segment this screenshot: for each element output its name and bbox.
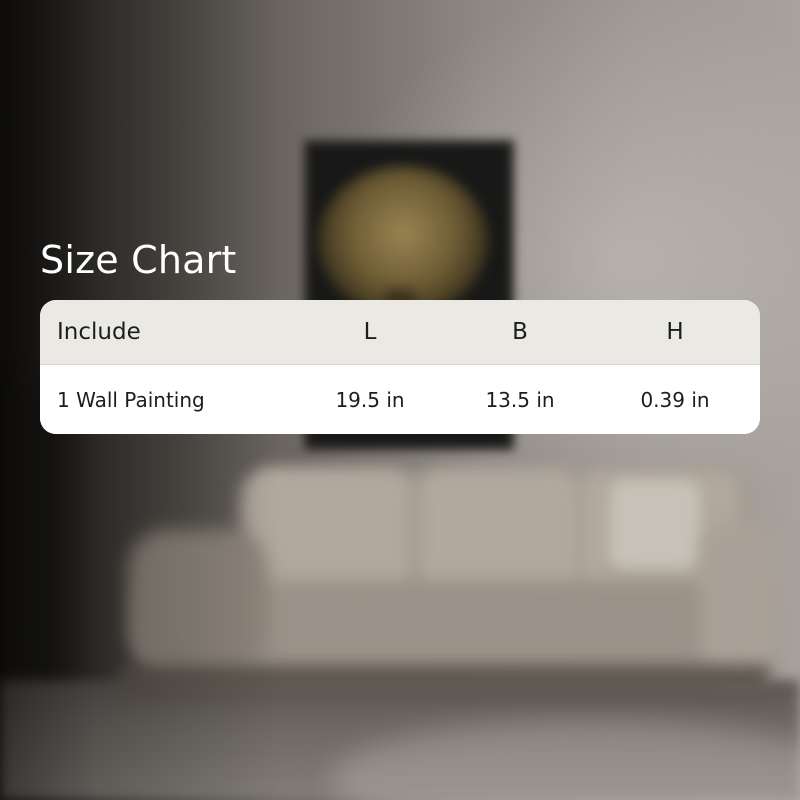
size-chart-table: Include L B H 1 Wall Painting 19.5 in 13… bbox=[40, 300, 760, 434]
header-length: L bbox=[363, 319, 377, 345]
table-header-row: Include L B H bbox=[40, 300, 760, 365]
header-include: Include bbox=[57, 319, 141, 345]
cell-breadth: 13.5 in bbox=[485, 387, 555, 412]
cell-height: 0.39 in bbox=[640, 387, 710, 412]
table-row: 1 Wall Painting 19.5 in 13.5 in 0.39 in bbox=[40, 365, 760, 434]
cell-length: 19.5 in bbox=[335, 387, 405, 412]
header-height: H bbox=[666, 319, 684, 345]
cell-include: 1 Wall Painting bbox=[57, 387, 205, 412]
header-breadth: B bbox=[512, 319, 528, 345]
size-chart-title: Size Chart bbox=[40, 238, 237, 282]
